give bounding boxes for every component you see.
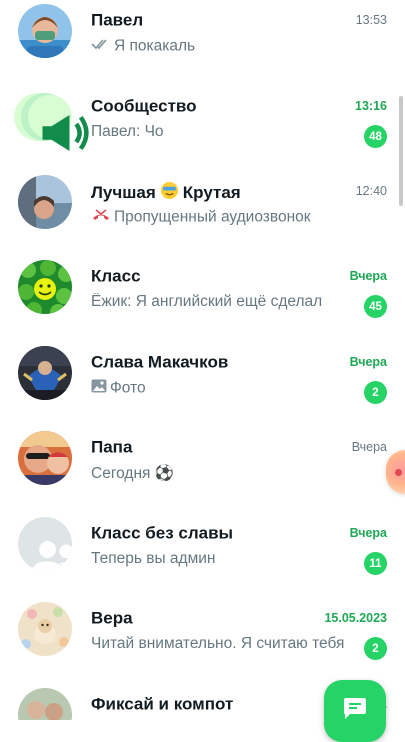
chat-name: Класс без славы [91, 523, 234, 543]
avatar [14, 90, 89, 151]
chat-name: Фиксай и компот [91, 694, 234, 714]
chat-preview: Ёжик: Я английский ещё сделал [91, 293, 323, 310]
double-check-icon [91, 37, 111, 56]
avatar [18, 602, 72, 656]
chat-preview: Я покакаль [91, 37, 349, 56]
photo-icon [91, 379, 107, 398]
notification-dot [395, 469, 402, 476]
chat-preview: Пропущенный аудиозвонок [91, 208, 349, 227]
avatar [18, 517, 72, 571]
scrollbar[interactable] [399, 96, 403, 206]
group-icon [29, 531, 72, 571]
chat-time: Вчера [349, 526, 387, 540]
chat-row-luchshaya-krutaya[interactable]: Лучшая Крутая 12:40 Пропущенный аудиозвон… [0, 175, 405, 261]
chat-time: 13:53 [355, 13, 387, 27]
chat-preview: Сегодня ⚽ [91, 465, 175, 482]
chat-time: Вчера [351, 440, 387, 454]
unread-badge: 45 [364, 295, 387, 318]
chat-name: Вера [91, 608, 133, 628]
new-chat-button[interactable] [324, 680, 386, 742]
avatar [18, 4, 72, 58]
chat-row-slava-makachkov[interactable]: Слава Макачков Вчера Фото 2 [0, 346, 405, 432]
chat-name: Папа [91, 437, 133, 457]
chat-name: Павел [91, 10, 144, 30]
chat-name: Класс [91, 266, 141, 286]
missed-call-icon [91, 208, 111, 227]
chat-preview: Теперь вы админ [91, 550, 216, 567]
chat-row-klass[interactable]: Класс Вчера Ёжик: Я английский ещё сдела… [0, 260, 405, 346]
chat-time: Вчера [349, 269, 387, 283]
chat-time: 13:16 [355, 99, 387, 113]
megaphone-icon [38, 106, 92, 160]
chat-preview: Павел: Чо [91, 123, 164, 140]
chat-name: Лучшая Крутая [91, 181, 325, 205]
chat-row-vera[interactable]: Вера 15.05.2023 Читай внимательно. Я счи… [0, 602, 405, 688]
unread-badge: 11 [364, 552, 387, 575]
chat-time: Вчера [349, 355, 387, 369]
avatar [18, 688, 72, 720]
chat-row-community[interactable]: Сообщество 13:16 Павел: Чо 48 [0, 90, 405, 176]
chat-name: Сообщество [91, 96, 197, 116]
cool-face-emoji [160, 181, 179, 205]
chat-row-papa[interactable]: Папа Вчера Сегодня ⚽ [0, 431, 405, 517]
avatar [18, 346, 72, 400]
avatar [18, 175, 72, 229]
unread-badge: 2 [364, 381, 387, 404]
chat-preview: Читай внимательно. Я считаю тебя [91, 635, 345, 652]
avatar [18, 260, 72, 314]
chat-row-pavel[interactable]: Павел 13:53 Я покакаль [0, 4, 405, 90]
chat-preview: Фото [91, 379, 349, 398]
chat-time: 15.05.2023 [324, 611, 387, 625]
avatar [18, 431, 72, 485]
chat-name: Слава Макачков [91, 352, 229, 372]
unread-badge: 2 [364, 637, 387, 660]
chat-time: 12:40 [355, 184, 387, 198]
chat-row-klass-bez-slavy[interactable]: Класс без славы Вчера Теперь вы админ 11 [0, 517, 405, 603]
unread-badge: 48 [364, 125, 387, 148]
